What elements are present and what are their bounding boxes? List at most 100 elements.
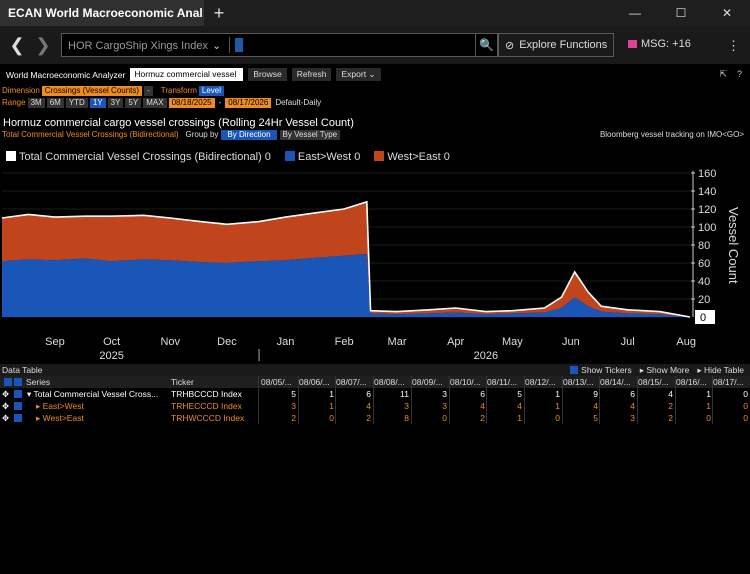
hide-table-button[interactable]: ▸ Hide Table xyxy=(697,365,744,376)
drag-handle-icon[interactable]: ✥ xyxy=(2,400,12,412)
x-tick-label: Mar xyxy=(388,336,407,348)
transform-label: Transform xyxy=(160,86,197,95)
transform-select[interactable]: Level xyxy=(198,85,225,96)
checkbox-icon[interactable] xyxy=(14,414,22,422)
source-note[interactable]: Bloomberg vessel tracking on IMO<GO> xyxy=(600,130,744,139)
popout-icon[interactable]: ⇱ xyxy=(719,69,727,80)
by-direction-button[interactable]: By Direction xyxy=(221,129,277,140)
browse-button[interactable]: Browse xyxy=(248,68,287,81)
frequency-select[interactable]: Default-Daily xyxy=(273,98,323,107)
column-header-date[interactable]: 08/13/... xyxy=(563,376,600,388)
column-header-ticker[interactable]: Ticker xyxy=(171,376,257,388)
show-tickers-label: Show Tickers xyxy=(581,364,632,375)
value-cell: 4 xyxy=(480,401,485,411)
x-tick-label: Nov xyxy=(160,336,180,348)
column-header-date[interactable]: 08/17/... xyxy=(713,376,750,388)
series-name[interactable]: ▸ West>East xyxy=(36,412,178,424)
search-icon[interactable]: 🔍 xyxy=(475,34,497,56)
value-cell: 5 xyxy=(593,413,598,423)
drag-handle-icon[interactable]: ✥ xyxy=(2,412,12,424)
checkbox-icon[interactable] xyxy=(14,378,22,386)
series-name[interactable]: ▸ East>West xyxy=(36,400,178,412)
column-header-date[interactable]: 08/16/... xyxy=(676,376,713,388)
value-cell: 3 xyxy=(291,401,296,411)
legend-item[interactable]: West>East 0 xyxy=(374,151,450,163)
range-button-5y[interactable]: 5Y xyxy=(125,97,142,108)
legend-item[interactable]: East>West 0 xyxy=(284,151,360,163)
maximize-icon[interactable]: ☐ xyxy=(658,0,704,26)
column-header-date[interactable]: 08/07/... xyxy=(336,376,373,388)
range-button-6m[interactable]: 6M xyxy=(46,97,64,108)
more-menu-icon[interactable]: ⋮ xyxy=(727,38,740,54)
range-end[interactable]: 08/17/2026 xyxy=(225,97,272,108)
legend-swatch xyxy=(374,151,385,161)
value-cell: 3 xyxy=(442,401,447,411)
column-header-date[interactable]: 08/14/... xyxy=(600,376,637,388)
forward-arrow-icon[interactable]: ❯ xyxy=(30,35,56,56)
export-button[interactable]: Export ⌄ xyxy=(336,68,381,81)
new-tab-icon[interactable]: + xyxy=(204,3,234,24)
range-dash: - xyxy=(218,98,222,107)
column-divider xyxy=(298,376,299,424)
refresh-button[interactable]: Refresh xyxy=(291,68,332,81)
explore-functions-button[interactable]: ⊘ Explore Functions xyxy=(498,33,614,57)
range-row: Range 3M 6M YTD 1Y 3Y 5Y MAX 08/18/2025 - 08/1… xyxy=(0,97,323,108)
column-divider xyxy=(675,376,676,424)
dimension-dropdown[interactable]: - xyxy=(144,85,153,96)
column-header-date[interactable]: 08/10/... xyxy=(450,376,487,388)
column-header-date[interactable]: 08/08/... xyxy=(374,376,411,388)
view-name-input[interactable]: Hormuz commercial vessel xyxy=(130,68,244,81)
range-button-1y[interactable]: 1Y xyxy=(89,97,106,108)
value-cell: 0 xyxy=(743,413,748,423)
show-more-button[interactable]: ▸ Show More xyxy=(640,365,690,376)
series-select[interactable]: Total Commercial Vessel Crossings (Bidir… xyxy=(2,130,179,139)
checkbox-icon[interactable] xyxy=(14,402,22,410)
close-window-icon[interactable]: ✕ xyxy=(704,0,750,26)
range-button-ytd[interactable]: YTD xyxy=(65,97,88,108)
column-header-date[interactable]: 08/15/... xyxy=(638,376,675,388)
value-cell: 3 xyxy=(404,401,409,411)
column-divider xyxy=(449,376,450,424)
column-header-date[interactable]: 08/12/... xyxy=(525,376,562,388)
column-header-date[interactable]: 08/06/... xyxy=(299,376,336,388)
chart-legend: Total Commercial Vessel Crossings (Bidir… xyxy=(6,151,458,163)
tab-ecan[interactable]: ECAN World Macroeconomic Anal × xyxy=(0,0,204,26)
show-tickers-toggle[interactable]: Show Tickers xyxy=(570,365,632,376)
value-cell: 0 xyxy=(706,413,711,423)
column-header-date[interactable]: 08/09/... xyxy=(412,376,449,388)
back-arrow-icon[interactable]: ❮ xyxy=(4,35,30,56)
ticker-cell[interactable]: TRHBCCCD Index xyxy=(171,388,257,400)
legend-item[interactable]: Total Commercial Vessel Crossings (Bidir… xyxy=(6,151,271,163)
drag-handle-icon[interactable]: ✥ xyxy=(2,388,12,400)
dimension-select[interactable]: Crossings (Vessel Counts) xyxy=(41,85,143,96)
column-header-date[interactable]: 08/05/... xyxy=(261,376,298,388)
checkbox-icon[interactable] xyxy=(14,390,22,398)
security-selector[interactable]: HOR CargoShip Xings Index ⌄ xyxy=(62,39,221,52)
command-input[interactable]: HOR CargoShip Xings Index ⌄ 🔍 xyxy=(61,33,498,57)
value-cell: 0 xyxy=(743,389,748,399)
value-cell: 8 xyxy=(404,413,409,423)
range-button-3m[interactable]: 3M xyxy=(27,97,45,108)
chart-plot[interactable]: 20 40 60 80 100 120 140 160 0 Vessel Count Sep Oct N… xyxy=(0,165,750,365)
range-start[interactable]: 08/18/2025 xyxy=(168,97,215,108)
range-button-max[interactable]: MAX xyxy=(143,97,167,108)
range-label: Range xyxy=(2,98,26,107)
legend-value: 0 xyxy=(261,151,271,163)
value-cell: 0 xyxy=(329,413,334,423)
ticker-cell[interactable]: TRHWCCCD Index xyxy=(171,412,257,424)
column-header-date[interactable]: 08/11/... xyxy=(487,376,524,388)
checkbox-icon[interactable] xyxy=(4,378,12,386)
range-buttons: 3M 6M YTD 1Y 3Y 5Y MAX xyxy=(27,97,167,108)
column-header-series[interactable]: Series xyxy=(26,376,166,388)
help-icon[interactable]: ? xyxy=(737,69,742,80)
minimize-icon[interactable]: — xyxy=(612,0,658,26)
column-divider xyxy=(258,376,259,424)
range-button-3y[interactable]: 3Y xyxy=(107,97,124,108)
security-name: HOR CargoShip Xings Index xyxy=(68,39,209,52)
msg-button[interactable]: MSG: +16 xyxy=(628,38,691,50)
series-name[interactable]: ▾ Total Commercial Vessel Cross... xyxy=(27,388,169,400)
by-vessel-type-button[interactable]: By Vessel Type xyxy=(279,129,341,140)
text-cursor xyxy=(235,38,244,52)
x-tick-label: Jan xyxy=(277,336,295,348)
ticker-cell[interactable]: TRHECCCD Index xyxy=(171,400,257,412)
